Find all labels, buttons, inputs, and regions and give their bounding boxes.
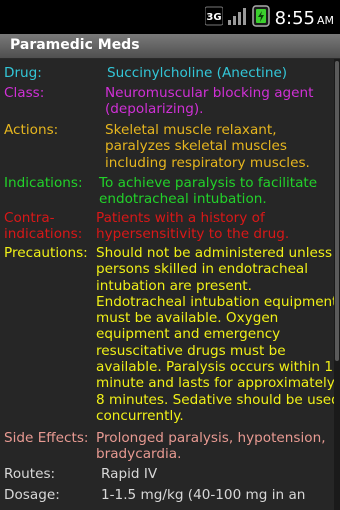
side-effects-label: Side Effects: xyxy=(4,430,89,446)
status-bar: 3G 8:55 AM xyxy=(0,0,340,34)
app-title: Paramedic Meds xyxy=(10,37,140,53)
actions-label: Actions: xyxy=(4,122,59,138)
app-title-bar: Paramedic Meds xyxy=(0,34,340,59)
clock-time: 8:55 xyxy=(274,7,315,29)
class-value: Neuromuscular blocking agent (depolarizi… xyxy=(105,85,314,118)
precautions-value: Should not be administered unless person… xyxy=(96,245,334,424)
side-effects-value: Prolonged paralysis, hypotension, bradyc… xyxy=(96,430,326,463)
indications-label: Indications: xyxy=(4,175,83,191)
dosage-label: Dosage: xyxy=(4,487,60,503)
indications-value: To achieve paralysis to facilitate endot… xyxy=(99,175,318,208)
dosage-value: 1-1.5 mg/kg (40-100 mg in an xyxy=(101,487,306,503)
actions-value: Skeletal muscle relaxant, paralyzes skel… xyxy=(105,122,310,171)
contraindications-label: Contra- indications: xyxy=(4,210,83,243)
precautions-label: Precautions: xyxy=(4,245,88,261)
clock-ampm: AM xyxy=(316,13,334,27)
drug-value: Succinylcholine (Anectine) xyxy=(107,65,288,81)
signal-strength-icon xyxy=(227,6,247,30)
network-3g-icon: 3G xyxy=(204,6,224,30)
scrollbar-thumb[interactable] xyxy=(335,61,339,361)
contraindications-value: Patients with a history of hypersensitiv… xyxy=(96,210,290,243)
battery-charging-icon xyxy=(251,5,271,31)
drug-detail-panel[interactable]: Drug: Succinylcholine (Anectine) Class: … xyxy=(0,59,334,510)
drug-label: Drug: xyxy=(4,65,42,81)
clock: 8:55 AM xyxy=(275,8,334,29)
class-label: Class: xyxy=(4,85,45,101)
routes-value: Rapid IV xyxy=(101,466,158,482)
network-label: 3G xyxy=(206,12,221,23)
status-icons: 3G 8:55 AM xyxy=(204,4,334,32)
vertical-scrollbar[interactable] xyxy=(334,59,340,510)
routes-label: Routes: xyxy=(4,466,56,482)
